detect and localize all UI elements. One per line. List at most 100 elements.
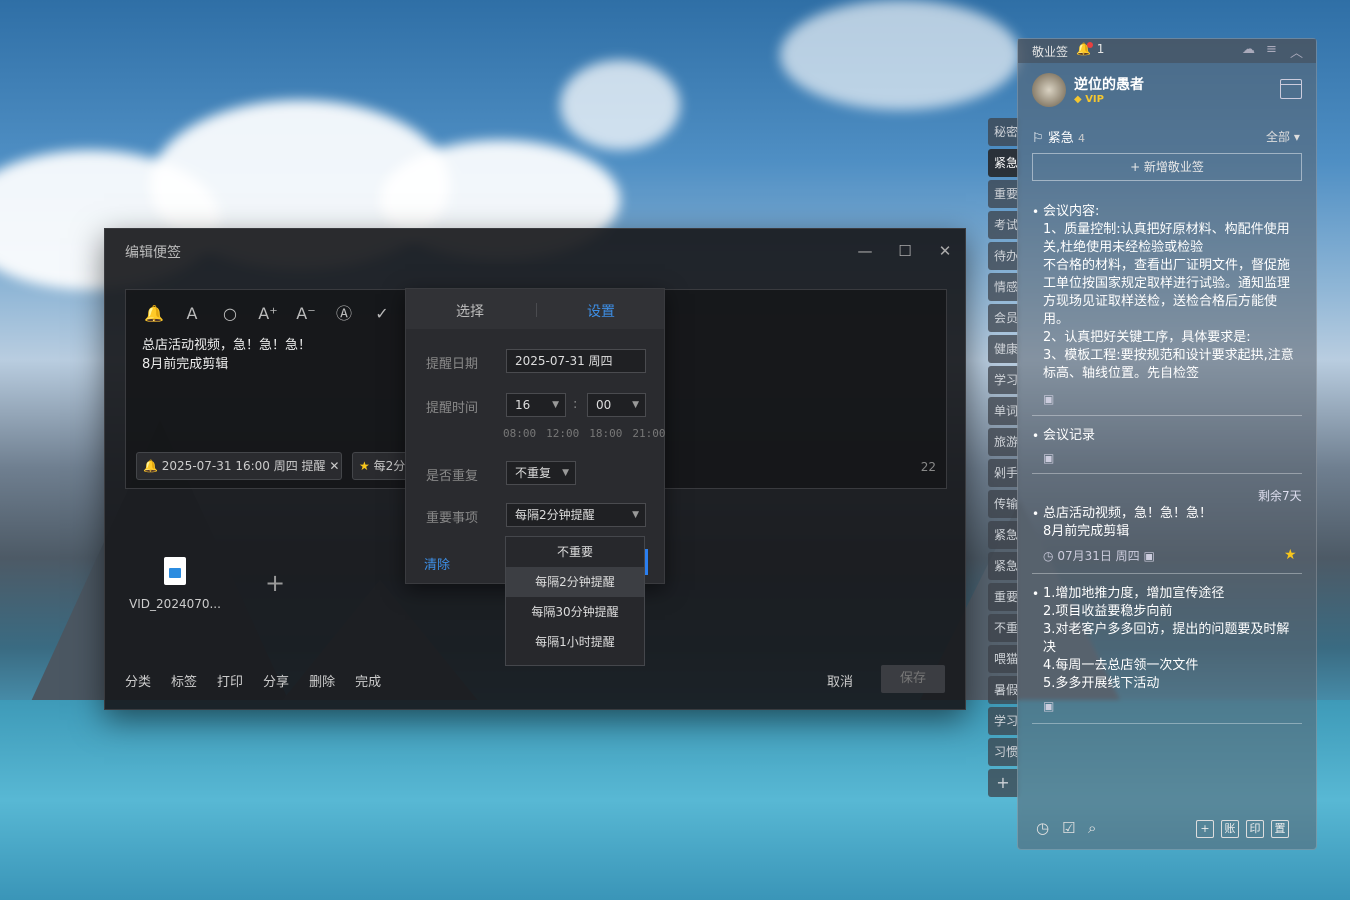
side-tab[interactable]: 重要 <box>988 180 1018 208</box>
dropdown-option[interactable]: 每隔30分钟提醒 <box>506 597 644 627</box>
filter-select[interactable]: 全部 ▾ <box>1266 128 1300 145</box>
font-color-icon[interactable]: A <box>182 302 202 326</box>
history-clock-icon[interactable]: ◷ <box>1036 819 1049 837</box>
side-tab[interactable]: 暑假 <box>988 676 1018 704</box>
note-line: 1、质量控制:认真把好原材料、构配件使用 <box>1043 222 1290 237</box>
notification-button[interactable]: 🔔 1 <box>1076 42 1104 56</box>
side-tab[interactable]: 旅游 <box>988 428 1018 456</box>
print-button[interactable]: 打印 <box>217 671 243 690</box>
dropdown-option-selected[interactable]: 每隔2分钟提醒 <box>506 567 644 597</box>
minute-value: 00 <box>596 398 612 412</box>
text-style-icon[interactable]: Ⓐ <box>334 302 354 326</box>
checklist-icon[interactable]: ☑ <box>1062 819 1075 837</box>
hour-select[interactable]: 16 ▼ <box>506 393 566 417</box>
side-tab[interactable]: 秘密 <box>988 118 1018 146</box>
divider <box>1032 573 1302 574</box>
save-button[interactable]: 保存 <box>881 665 945 693</box>
importance-chip[interactable]: ★ 每2分 <box>352 452 408 480</box>
font-decrease-icon[interactable]: A⁻ <box>296 302 316 326</box>
confirm-button-edge[interactable] <box>645 549 648 575</box>
avatar[interactable] <box>1032 73 1066 107</box>
chevron-down-icon: ▼ <box>632 400 639 410</box>
add-note-button[interactable]: + 新增敬业签 <box>1032 153 1302 181</box>
username[interactable]: 逆位的愚者 <box>1074 74 1144 94</box>
cloud-sync-icon[interactable]: ☁ <box>1242 42 1255 57</box>
calendar-icon[interactable] <box>1280 79 1302 99</box>
time-label: 提醒时间 <box>426 401 479 416</box>
delete-button[interactable]: 删除 <box>309 671 335 690</box>
note-item[interactable]: • 会议记录 <box>1032 427 1304 445</box>
complete-button[interactable]: 完成 <box>355 671 381 690</box>
side-tab[interactable]: 单词 <box>988 397 1018 425</box>
quick-times: 08:00 12:00 18:00 21:00 <box>503 427 666 440</box>
divider <box>1032 415 1302 416</box>
side-tab[interactable]: 传输 <box>988 490 1018 518</box>
cancel-button[interactable]: 取消 <box>827 671 853 690</box>
bell-icon: 🔔 <box>143 459 158 473</box>
side-tab[interactable]: 考试 <box>988 211 1018 239</box>
side-tab[interactable]: 剁手 <box>988 459 1018 487</box>
reminder-chip[interactable]: 🔔 2025-07-31 16:00 周四 提醒 ✕ <box>136 452 342 480</box>
remove-reminder-icon[interactable]: ✕ <box>329 459 339 473</box>
note-line: 8月前完成剪辑 <box>1043 524 1130 539</box>
quick-time[interactable]: 21:00 <box>632 427 665 440</box>
note-item[interactable]: • 1.增加地推力度，增加宣传途径 2.项目收益要稳步向前 3.对老客户多多回访… <box>1032 585 1304 693</box>
side-tab[interactable]: 情感 <box>988 273 1018 301</box>
notification-dot <box>1086 42 1093 48</box>
window-titlebar[interactable]: 编辑便签 — ☐ ✕ <box>105 229 965 273</box>
dropdown-option[interactable]: 不重要 <box>506 537 644 567</box>
close-button[interactable]: ✕ <box>933 239 957 263</box>
side-tab[interactable]: 重要 <box>988 583 1018 611</box>
side-tab[interactable]: 紧急 <box>988 552 1018 580</box>
bullet: • <box>1032 507 1040 521</box>
side-tab[interactable]: 会员 <box>988 304 1018 332</box>
add-category-button[interactable]: + <box>988 769 1018 797</box>
note-item[interactable]: • 会议内容: 1、质量控制:认真把好原材料、构配件使用 关,杜绝使用未经检验或… <box>1032 203 1304 389</box>
print-icon[interactable]: 印 <box>1246 820 1264 838</box>
check-icon[interactable]: ✓ <box>372 302 392 326</box>
share-button[interactable]: 分享 <box>263 671 289 690</box>
date-input[interactable]: 2025-07-31 周四 <box>506 349 646 373</box>
diamond-icon: ◆ <box>1074 94 1082 105</box>
quick-time[interactable]: 12:00 <box>546 427 579 440</box>
importance-select[interactable]: 每隔2分钟提醒 ▼ <box>506 503 646 527</box>
side-tab[interactable]: 不重 <box>988 614 1018 642</box>
attachment-item[interactable]: VID_2024070... <box>125 551 225 611</box>
side-tab[interactable]: 习惯 <box>988 738 1018 766</box>
side-tab-active[interactable]: 紧急 <box>988 149 1018 177</box>
collapse-icon[interactable]: ︿ <box>1290 42 1303 61</box>
search-icon[interactable]: ○ <box>220 302 240 326</box>
menu-icon[interactable]: ≡ <box>1266 42 1277 57</box>
add-attachment-button[interactable]: + <box>265 569 285 597</box>
panel-header[interactable]: 敬业签 🔔 1 ☁ ≡ ︿ <box>1018 39 1316 63</box>
dropdown-option[interactable]: 每隔1小时提醒 <box>506 627 644 657</box>
repeat-select[interactable]: 不重复 ▼ <box>506 461 576 485</box>
note-line: 标高、轴线位置。先自检签 <box>1043 366 1200 381</box>
settings-icon[interactable]: 置 <box>1271 820 1289 838</box>
note-content[interactable]: 总店活动视频，急！急！急！ 8月前完成剪辑 <box>142 336 311 374</box>
minimize-button[interactable]: — <box>853 239 877 263</box>
tab-settings[interactable]: 设置 <box>587 301 615 321</box>
add-icon[interactable]: + <box>1196 820 1214 838</box>
side-tab[interactable]: 喂猫 <box>988 645 1018 673</box>
maximize-button[interactable]: ☐ <box>893 239 917 263</box>
clear-button[interactable]: 清除 <box>424 554 450 573</box>
font-increase-icon[interactable]: A⁺ <box>258 302 278 326</box>
category-header: ⚐ 紧急 4 <box>1032 127 1085 146</box>
category-button[interactable]: 分类 <box>125 671 151 690</box>
side-tab[interactable]: 健康 <box>988 335 1018 363</box>
side-tab[interactable]: 待办 <box>988 242 1018 270</box>
minute-select[interactable]: 00 ▼ <box>587 393 646 417</box>
note-item[interactable]: • 总店活动视频，急！急！急！ 8月前完成剪辑 <box>1032 505 1304 541</box>
side-tab[interactable]: 紧急 <box>988 521 1018 549</box>
side-tab[interactable]: 学习 <box>988 707 1018 735</box>
search-icon[interactable]: ⌕ <box>1088 819 1096 837</box>
account-icon[interactable]: 账 <box>1221 820 1239 838</box>
reminder-bell-icon[interactable]: 🔔 <box>144 302 164 326</box>
side-tab[interactable]: 学习 <box>988 366 1018 394</box>
tag-button[interactable]: 标签 <box>171 671 197 690</box>
tab-select[interactable]: 选择 <box>456 301 484 321</box>
quick-time[interactable]: 08:00 <box>503 427 536 440</box>
note-line: 方现场见证取样送检，送检合格后方能使 <box>1043 294 1278 309</box>
quick-time[interactable]: 18:00 <box>589 427 622 440</box>
